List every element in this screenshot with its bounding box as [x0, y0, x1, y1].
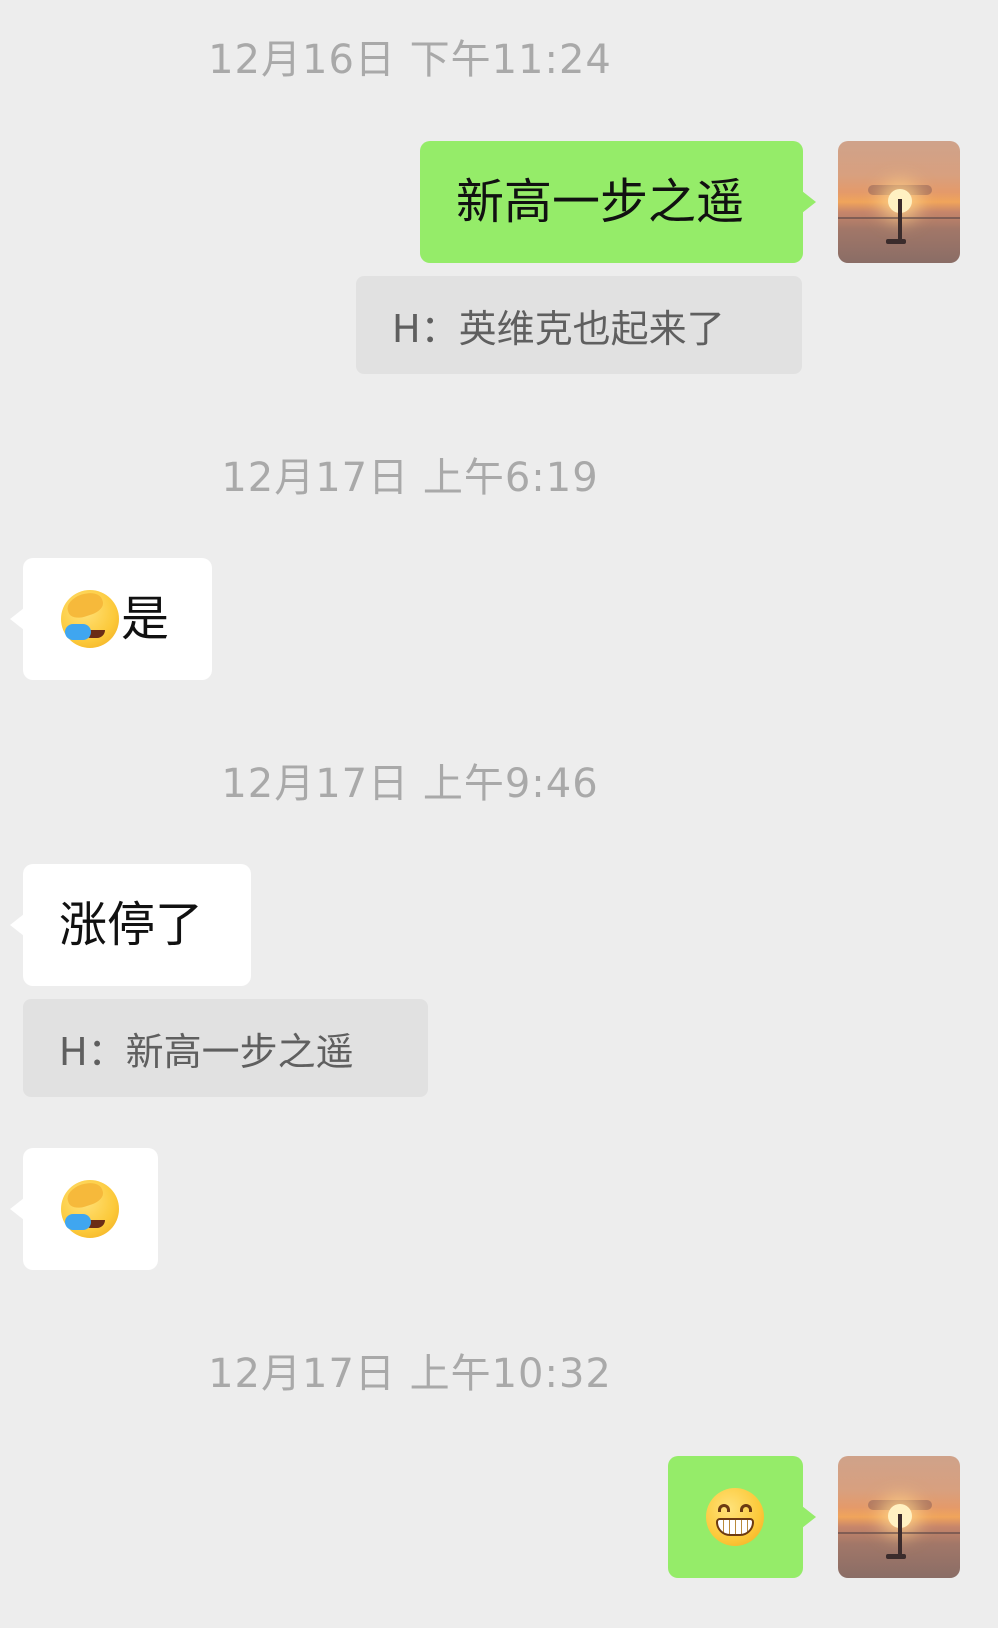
timestamp: 12月17日 上午9:46: [221, 761, 599, 807]
my-avatar[interactable]: [838, 1456, 960, 1578]
sent-message-bubble[interactable]: [668, 1456, 816, 1578]
message-text: 新高一步之遥: [456, 174, 745, 230]
received-message-bubble[interactable]: [10, 1148, 158, 1270]
message-text: 是: [121, 591, 170, 647]
grinning-teeth-emoji-icon: [706, 1488, 764, 1546]
timestamp: 12月17日 上午6:19: [221, 455, 599, 501]
received-message-bubble[interactable]: 是: [10, 558, 212, 680]
bubble-tail: [802, 1506, 816, 1528]
received-message-bubble[interactable]: 涨停了: [10, 864, 251, 986]
timestamp: 12月16日 下午11:24: [208, 37, 612, 83]
bubble-tail: [10, 914, 24, 936]
quoted-message[interactable]: H：英维克也起来了: [356, 276, 802, 374]
my-avatar[interactable]: [838, 141, 960, 263]
facepalm-crying-emoji-icon: [61, 1180, 119, 1238]
quote-text: H：英维克也起来了: [392, 306, 725, 351]
timestamp: 12月17日 上午10:32: [208, 1351, 612, 1397]
sent-message-bubble[interactable]: 新高一步之遥: [420, 141, 816, 263]
message-text: 涨停了: [59, 897, 204, 953]
bubble-tail: [802, 191, 816, 213]
quote-text: H：新高一步之遥: [59, 1029, 354, 1074]
quoted-message[interactable]: H：新高一步之遥: [23, 999, 428, 1097]
bubble-tail: [10, 1198, 24, 1220]
bubble-tail: [10, 608, 24, 630]
facepalm-crying-emoji-icon: [61, 590, 119, 648]
